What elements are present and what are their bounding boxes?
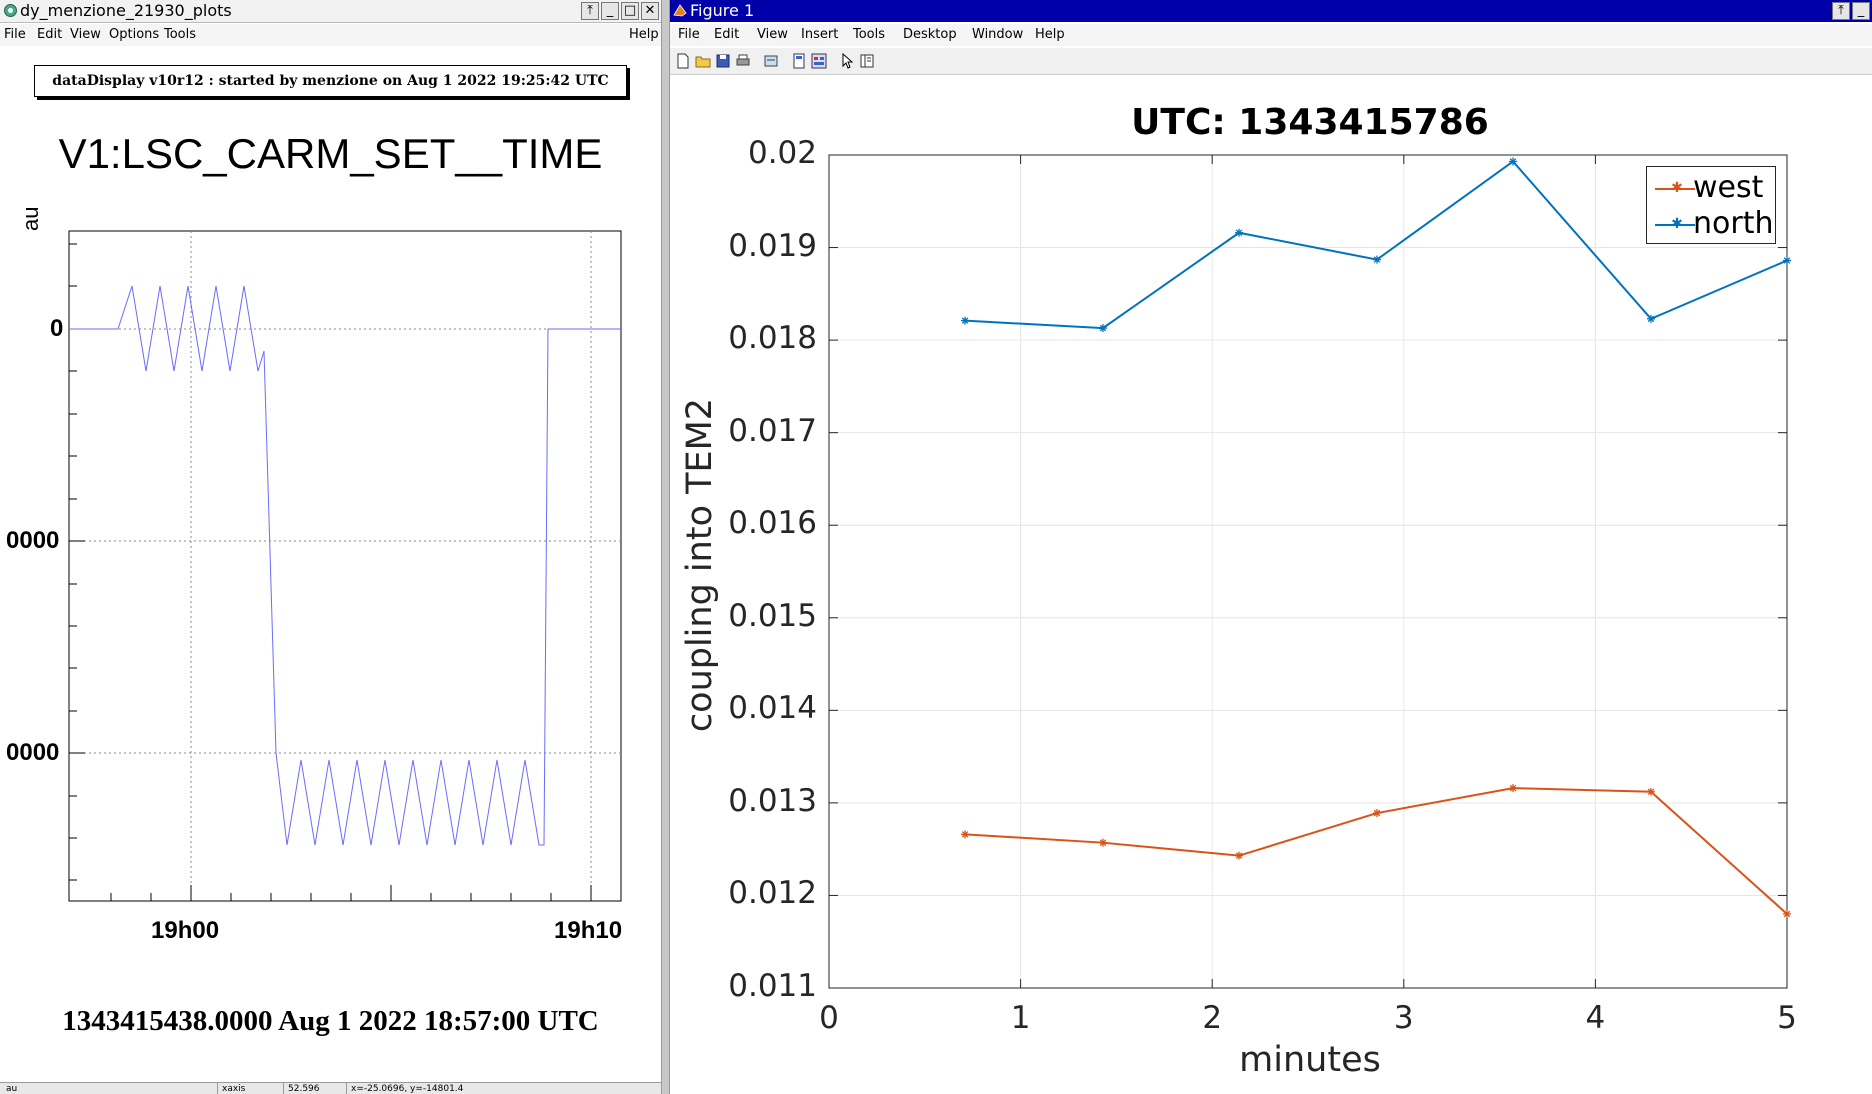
- legend-label-west: west: [1693, 170, 1764, 205]
- plot-area: [829, 155, 1787, 988]
- data-point-north-0: [961, 316, 970, 325]
- data-point-north-6: [1783, 256, 1791, 265]
- chart-legend[interactable]: ✱ west ✱ north: [1646, 166, 1776, 244]
- legend-item-north: ✱ north: [1647, 205, 1775, 241]
- data-point-north-5: [1646, 314, 1655, 323]
- data-point-west-0: [961, 830, 970, 839]
- data-point-west-6: [1783, 909, 1791, 918]
- coupling-line-chart[interactable]: [0, 0, 1872, 1094]
- data-point-west-5: [1646, 787, 1655, 796]
- legend-label-north: north: [1693, 206, 1774, 241]
- legend-item-west: ✱ west: [1647, 169, 1775, 205]
